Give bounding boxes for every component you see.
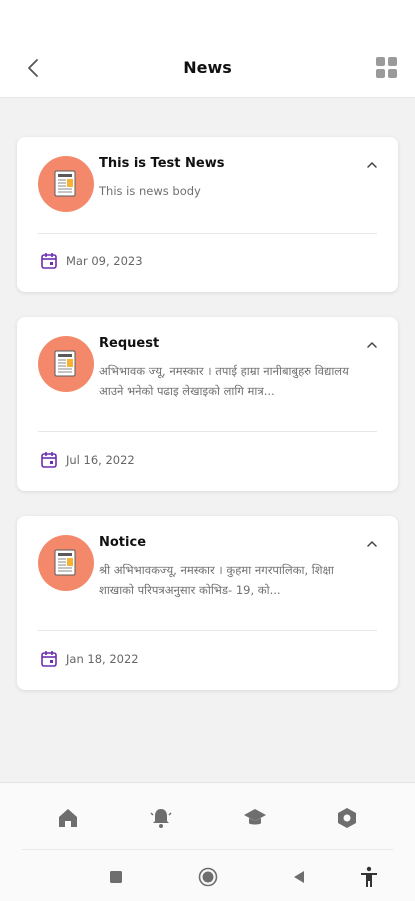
- nav-home-button[interactable]: [53, 803, 83, 833]
- page-title: News: [183, 58, 232, 77]
- news-title: This is Test News: [99, 156, 225, 171]
- news-title: Notice: [99, 535, 147, 550]
- system-bar-divider: [22, 849, 393, 850]
- news-date-row: Jul 16, 2022: [40, 451, 135, 469]
- grid-view-button[interactable]: [376, 57, 398, 79]
- news-body: श्री अभिभावकज्यू, नमस्कार । कुहमा नगरपाल…: [99, 563, 334, 597]
- recents-icon: [110, 871, 122, 883]
- app-header: News: [0, 0, 415, 98]
- chevron-up-icon[interactable]: [366, 538, 378, 550]
- notifications-icon: [150, 809, 172, 828]
- news-body: अभिभावक ज्यू, नमस्कार । तपाई हाम्रा नानी…: [99, 364, 349, 398]
- accessibility-button[interactable]: [355, 863, 383, 891]
- news-title: Request: [99, 336, 160, 351]
- news-card[interactable]: This is Test News This is news body Mar …: [17, 137, 398, 292]
- system-back-button[interactable]: [285, 863, 313, 891]
- settings-icon: [338, 808, 356, 828]
- news-date: Mar 09, 2023: [66, 254, 143, 268]
- news-date-row: Mar 09, 2023: [40, 252, 143, 270]
- system-recents-button[interactable]: [102, 863, 130, 891]
- accessibility-icon: [361, 866, 377, 887]
- news-card[interactable]: Request अभिभावक ज्यू, नमस्कार । तपाई हाम…: [17, 317, 398, 491]
- calendar-icon: [41, 452, 57, 468]
- news-date: Jan 18, 2022: [66, 652, 139, 666]
- calendar-icon: [41, 651, 57, 667]
- card-divider: [38, 431, 377, 432]
- nav-settings-button[interactable]: [332, 803, 362, 833]
- news-body: This is news body: [99, 184, 201, 198]
- bottom-navigation: [0, 782, 415, 901]
- news-date-row: Jan 18, 2022: [40, 650, 139, 668]
- news-date: Jul 16, 2022: [66, 453, 135, 467]
- news-card[interactable]: Notice श्री अभिभावकज्यू, नमस्कार । कुहमा…: [17, 516, 398, 690]
- home-circle-icon: [198, 867, 218, 887]
- nav-academics-button[interactable]: [240, 803, 270, 833]
- newspaper-icon: [38, 336, 94, 392]
- card-divider: [38, 233, 377, 234]
- nav-notifications-button[interactable]: [146, 803, 176, 833]
- home-icon: [59, 809, 77, 827]
- calendar-icon: [41, 253, 57, 269]
- newspaper-icon: [38, 535, 94, 591]
- card-divider: [38, 630, 377, 631]
- academics-icon: [244, 809, 266, 825]
- back-triangle-icon: [294, 871, 304, 883]
- newspaper-icon: [38, 156, 94, 212]
- system-home-button[interactable]: [194, 863, 222, 891]
- chevron-up-icon[interactable]: [366, 339, 378, 351]
- chevron-up-icon[interactable]: [366, 159, 378, 171]
- grid-icon: [376, 57, 385, 66]
